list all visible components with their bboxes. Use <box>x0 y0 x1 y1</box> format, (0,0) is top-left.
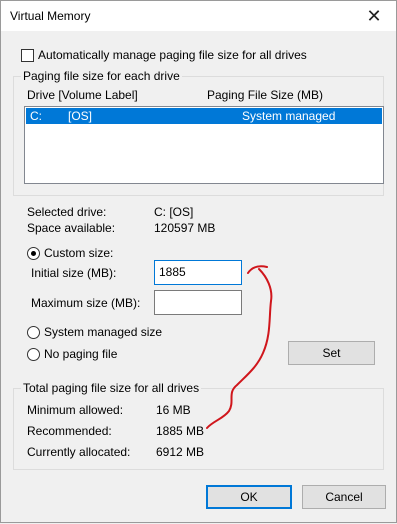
custom-size-radio[interactable] <box>27 247 40 260</box>
custom-size-label[interactable]: Custom size: <box>44 246 113 260</box>
drive-volume-label: [OS] <box>68 109 93 123</box>
currently-allocated-value: 6912 MB <box>156 445 205 459</box>
window-title: Virtual Memory <box>10 9 91 23</box>
recommended-value: 1885 MB <box>156 424 205 438</box>
auto-manage-checkbox[interactable] <box>21 49 34 62</box>
column-header-size: Paging File Size (MB) <box>207 88 324 102</box>
currently-allocated-label: Currently allocated: <box>27 445 131 459</box>
cancel-button[interactable]: Cancel <box>302 485 386 509</box>
close-icon[interactable]: ✕ <box>352 1 396 31</box>
title-bar: Virtual Memory ✕ <box>1 1 396 31</box>
radio-selected-dot <box>31 251 36 256</box>
list-item[interactable]: C: [OS] System managed <box>26 108 382 124</box>
initial-size-input[interactable]: 1885 <box>154 260 242 285</box>
drive-list[interactable]: C: [OS] System managed <box>24 106 384 184</box>
recommended-label: Recommended: <box>27 424 112 438</box>
virtual-memory-dialog: Virtual Memory ✕ Automatically manage pa… <box>0 0 397 523</box>
maximum-size-input[interactable] <box>154 290 242 315</box>
maximum-size-label: Maximum size (MB): <box>31 296 141 310</box>
set-button[interactable]: Set <box>288 341 375 365</box>
minimum-allowed-value: 16 MB <box>156 403 191 417</box>
system-managed-radio[interactable] <box>27 326 40 339</box>
no-paging-file-radio[interactable] <box>27 348 40 361</box>
ok-button[interactable]: OK <box>206 485 292 509</box>
space-available-value: 120597 MB <box>154 221 216 235</box>
selected-drive-value: C: [OS] <box>154 205 194 219</box>
space-available-label: Space available: <box>27 221 116 235</box>
column-header-drive: Drive [Volume Label] <box>27 88 138 102</box>
auto-manage-label[interactable]: Automatically manage paging file size fo… <box>38 48 307 62</box>
drive-letter: C: <box>30 109 42 123</box>
minimum-allowed-label: Minimum allowed: <box>27 403 124 417</box>
initial-size-label: Initial size (MB): <box>31 266 117 280</box>
no-paging-file-label[interactable]: No paging file <box>44 347 117 361</box>
system-managed-label[interactable]: System managed size <box>44 325 162 339</box>
totals-caption: Total paging file size for all drives <box>21 381 202 395</box>
selected-drive-label: Selected drive: <box>27 205 107 219</box>
per-drive-caption: Paging file size for each drive <box>21 69 182 83</box>
drive-paging-size: System managed <box>242 109 336 123</box>
